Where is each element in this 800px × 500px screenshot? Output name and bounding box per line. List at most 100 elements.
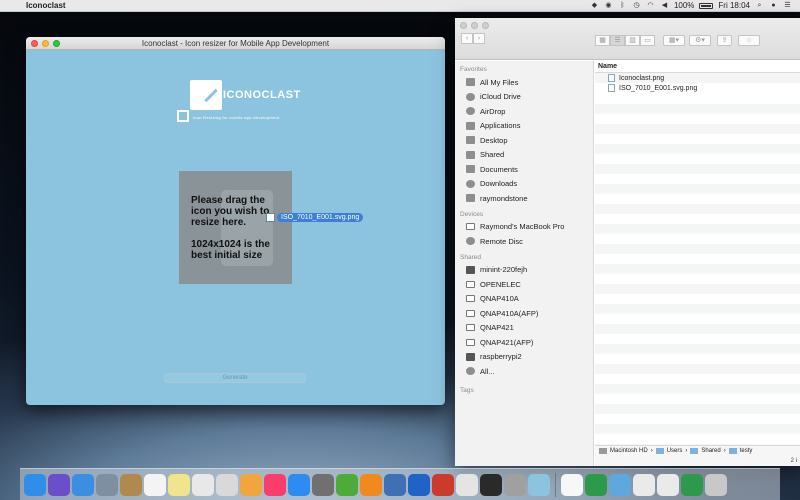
sidebar-item-server[interactable]: QNAP421(AFP) (455, 335, 593, 350)
applications-icon (466, 121, 475, 130)
share-button[interactable]: ⇪ (717, 35, 732, 46)
sidebar-item-documents[interactable]: Documents (455, 162, 593, 177)
reminders-dock-icon[interactable] (192, 473, 214, 496)
document-dock-icon[interactable] (561, 473, 583, 496)
sidebar-header-shared: Shared (460, 253, 481, 261)
photos-dock-icon[interactable] (240, 473, 262, 496)
trash-dock-icon[interactable] (705, 473, 727, 496)
hard-drive-icon (599, 448, 607, 454)
safari-dock-icon[interactable] (72, 473, 94, 496)
sidebar-item-downloads[interactable]: Downloads (455, 177, 593, 192)
path-segment[interactable]: Users (667, 448, 683, 454)
user-icon[interactable]: ● (769, 2, 778, 10)
list-item[interactable]: Iconoclast.png (595, 73, 800, 83)
logo-subtitle: Icon Resizing for mobile app development (193, 115, 280, 120)
sidebar-item-applications[interactable]: Applications (455, 119, 593, 134)
preview-dock-icon[interactable] (216, 473, 238, 496)
finder-window: ‹ › ▦ ☰ ▥ ▭ ▦▾ ⚙▾ ⇪ ○ Favorites All My F… (455, 18, 800, 466)
exit-sign-dock-icon[interactable] (681, 473, 703, 496)
window-title: Iconoclast - Icon resizer for Mobile App… (141, 39, 330, 48)
itunes-dock-icon[interactable] (264, 473, 286, 496)
sidebar-item-shared[interactable]: Shared (455, 148, 593, 163)
time-machine-icon[interactable]: ◷ (632, 2, 641, 10)
generate-button[interactable]: Generate (164, 373, 306, 383)
list-item[interactable]: ISO_7010_E001.svg.png (595, 83, 800, 93)
sidebar-item-server[interactable]: QNAP410A (455, 292, 593, 307)
arrange-button[interactable]: ▦▾ (663, 35, 685, 46)
bluetooth-icon[interactable]: ᛒ (618, 2, 627, 10)
sidebar-item-server[interactable]: minint-220fejh (455, 263, 593, 278)
dock-separator (555, 472, 556, 497)
minimize-button[interactable] (42, 40, 49, 47)
close-button[interactable] (31, 40, 38, 47)
sidebar-item-macbook[interactable]: Raymond's MacBook Pro (455, 220, 593, 235)
sidebar-item-remote-disc[interactable]: Remote Disc (455, 234, 593, 249)
finder-dock-icon[interactable] (24, 473, 46, 496)
app-store-dock-icon[interactable] (288, 473, 310, 496)
sidebar-item-icloud-drive[interactable]: iCloud Drive (455, 90, 593, 105)
iconoclast-dock-icon[interactable] (528, 473, 550, 496)
contacts-dock-icon[interactable] (120, 473, 142, 496)
path-separator-icon: › (650, 448, 653, 454)
zoom-button[interactable] (53, 40, 60, 47)
keychain-dock-icon[interactable] (504, 473, 526, 496)
finder-nav: ‹ › (461, 33, 485, 44)
sidebar-item-all-shared[interactable]: All... (455, 364, 593, 379)
outlook-dock-icon[interactable] (408, 473, 430, 496)
zoom-button[interactable] (482, 22, 489, 29)
sidebar-item-desktop[interactable]: Desktop (455, 133, 593, 148)
siri-dock-icon[interactable] (48, 473, 70, 496)
icon-view-button[interactable]: ▦ (595, 35, 610, 46)
folder-icon (728, 448, 737, 454)
column-view-button[interactable]: ▥ (625, 35, 640, 46)
app-dock-icon[interactable] (456, 473, 478, 496)
launchpad-dock-icon[interactable] (96, 473, 118, 496)
menu-app-name[interactable]: Iconoclast (22, 1, 66, 10)
sidebar-item-all-my-files[interactable]: All My Files (455, 75, 593, 90)
notification-center-icon[interactable]: ☰ (783, 2, 792, 10)
sidebar-item-server[interactable]: raspberrypi2 (455, 350, 593, 365)
column-header-name[interactable]: Name (595, 61, 800, 73)
path-segment[interactable]: Shared (701, 448, 720, 454)
path-segment[interactable]: Macintosh HD (610, 448, 648, 454)
app-dock-icon[interactable] (336, 473, 358, 496)
calendar-dock-icon[interactable] (144, 473, 166, 496)
sidebar-item-server[interactable]: QNAP410A(AFP) (455, 306, 593, 321)
vlc-dock-icon[interactable] (360, 473, 382, 496)
window-dock-icon[interactable] (633, 473, 655, 496)
folder-icon (655, 448, 664, 454)
close-button[interactable] (460, 22, 467, 29)
window-titlebar[interactable]: Iconoclast - Icon resizer for Mobile App… (26, 37, 445, 50)
finder-toolbar: ‹ › ▦ ☰ ▥ ▭ ▦▾ ⚙▾ ⇪ ○ (455, 18, 800, 60)
volume-icon[interactable]: ◀ (660, 2, 669, 10)
terminal-dock-icon[interactable] (480, 473, 502, 496)
battery-percent[interactable]: 100% (674, 1, 694, 10)
sidebar-item-home[interactable]: raymondstone (455, 191, 593, 206)
app-dock-icon[interactable] (432, 473, 454, 496)
back-button[interactable]: ‹ (461, 33, 473, 44)
menu-extra-icon[interactable]: ◉ (604, 2, 613, 10)
icon-drop-zone[interactable]: Please drag the icon you wish to resize … (179, 171, 292, 284)
path-segment[interactable]: testy (740, 448, 753, 454)
tags-button[interactable]: ○ (738, 35, 760, 46)
sidebar-item-server[interactable]: OPENELEC (455, 277, 593, 292)
search-icon[interactable]: ⌕ (755, 2, 764, 10)
menu-extra-icon[interactable]: ◆ (590, 2, 599, 10)
exit-sign-dock-icon[interactable] (585, 473, 607, 496)
wifi-icon[interactable]: ◠ (646, 2, 655, 10)
sidebar-item-airdrop[interactable]: AirDrop (455, 104, 593, 119)
gallery-view-button[interactable]: ▭ (640, 35, 655, 46)
window-dock-icon[interactable] (657, 473, 679, 496)
menu-clock[interactable]: Fri 18:04 (718, 1, 750, 10)
sidebar-item-server[interactable]: QNAP421 (455, 321, 593, 336)
list-view-button[interactable]: ☰ (610, 35, 625, 46)
dragged-file[interactable]: ISO_7010_E001.svg.png (266, 213, 364, 222)
folder-dock-icon[interactable] (609, 473, 631, 496)
action-gear-icon[interactable]: ⚙▾ (689, 35, 711, 46)
xcode-dock-icon[interactable] (384, 473, 406, 496)
minimize-button[interactable] (471, 22, 478, 29)
forward-button[interactable]: › (473, 33, 485, 44)
system-preferences-dock-icon[interactable] (312, 473, 334, 496)
battery-icon[interactable] (699, 2, 714, 9)
notes-dock-icon[interactable] (168, 473, 190, 496)
